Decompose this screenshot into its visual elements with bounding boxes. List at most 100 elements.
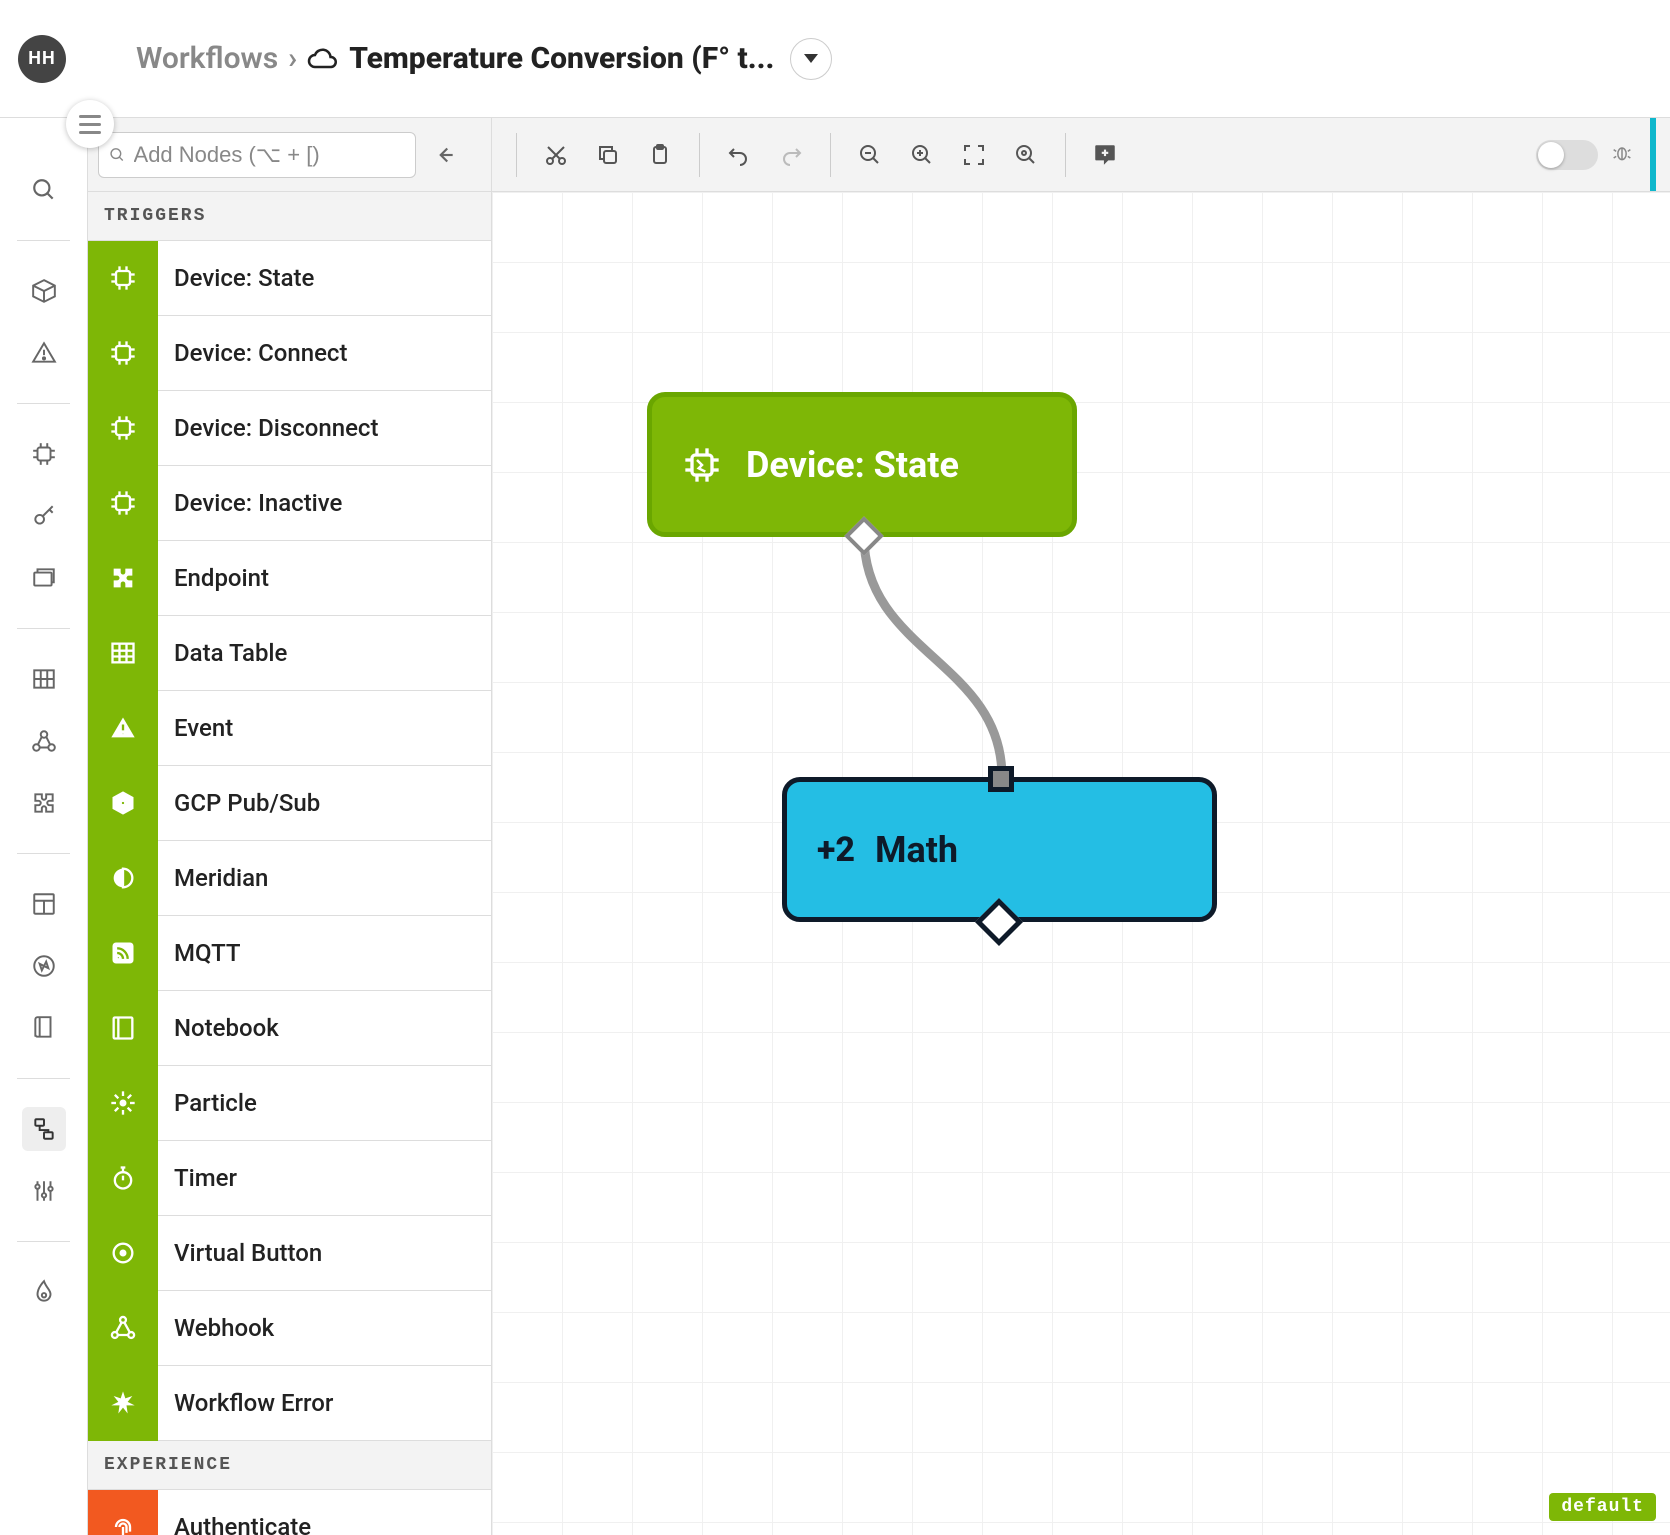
key-icon[interactable] — [22, 494, 66, 538]
node-item-label: Device: Disconnect — [158, 414, 378, 442]
chip-icon[interactable] — [22, 432, 66, 476]
left-nav-rail — [0, 118, 88, 1535]
node-item-label: GCP Pub/Sub — [158, 789, 320, 817]
fire-icon[interactable] — [22, 1270, 66, 1314]
trigger-node-item[interactable]: Virtual Button — [88, 1216, 491, 1291]
hex-icon — [88, 766, 158, 841]
user-avatar[interactable]: HH — [18, 35, 66, 83]
cloud-icon — [307, 47, 339, 71]
table-icon — [88, 616, 158, 691]
node-label: Math — [875, 829, 958, 871]
trigger-node-item[interactable]: Device: Inactive — [88, 466, 491, 541]
workflow-canvas[interactable]: Device: State +2 Math default — [492, 192, 1670, 1535]
chip-broken-icon — [682, 445, 722, 485]
trigger-node-item[interactable]: MQTT — [88, 916, 491, 991]
chip-icon — [88, 466, 158, 541]
rail-divider — [17, 628, 69, 629]
trigger-node-item[interactable]: Device: State — [88, 241, 491, 316]
search-nav-icon[interactable] — [22, 168, 66, 212]
bug-icon — [1612, 143, 1632, 167]
webhook-icon[interactable] — [22, 719, 66, 763]
math-plus-badge: +2 — [817, 830, 855, 870]
compass-icon[interactable] — [22, 944, 66, 988]
rail-divider — [17, 240, 69, 241]
node-item-label: Notebook — [158, 1014, 279, 1042]
palette-toolbar — [88, 118, 491, 192]
trigger-node-item[interactable]: Event — [88, 691, 491, 766]
undo-button[interactable] — [716, 132, 762, 178]
trigger-node-item[interactable]: Particle — [88, 1066, 491, 1141]
node-item-label: Device: State — [158, 264, 314, 292]
book-icon[interactable] — [22, 1006, 66, 1050]
hamburger-menu[interactable] — [66, 100, 114, 148]
puzzle-icon[interactable] — [22, 781, 66, 825]
cube-icon[interactable] — [22, 269, 66, 313]
target-icon — [88, 1216, 158, 1291]
trigger-node-item[interactable]: Notebook — [88, 991, 491, 1066]
sliders-icon[interactable] — [22, 1169, 66, 1213]
trigger-node-item[interactable]: Meridian — [88, 841, 491, 916]
node-device-state[interactable]: Device: State — [647, 392, 1077, 537]
canvas-area: Device: State +2 Math default — [492, 118, 1670, 1535]
trigger-node-item[interactable]: Device: Disconnect — [88, 391, 491, 466]
rail-divider — [17, 1078, 69, 1079]
trigger-node-item[interactable]: Webhook — [88, 1291, 491, 1366]
node-item-label: Authenticate — [158, 1513, 311, 1535]
circle-split-icon — [88, 841, 158, 916]
chip-icon — [88, 316, 158, 391]
trigger-node-item[interactable]: Device: Connect — [88, 316, 491, 391]
zoom-reset-button[interactable] — [1003, 132, 1049, 178]
trigger-node-item[interactable]: Workflow Error — [88, 1366, 491, 1441]
trigger-node-item[interactable]: Endpoint — [88, 541, 491, 616]
paste-button[interactable] — [637, 132, 683, 178]
cut-button[interactable] — [533, 132, 579, 178]
node-item-label: MQTT — [158, 939, 241, 967]
node-palette: TRIGGERS Device: State Device: Connect Dev… — [88, 118, 492, 1535]
copy-button[interactable] — [585, 132, 631, 178]
node-item-label: Virtual Button — [158, 1239, 322, 1267]
section-triggers: TRIGGERS — [88, 192, 491, 241]
palette-back-button[interactable] — [426, 137, 462, 173]
add-note-button[interactable] — [1082, 132, 1128, 178]
warning-icon[interactable] — [22, 331, 66, 375]
breadcrumb-root[interactable]: Workflows — [136, 41, 278, 76]
zoom-out-button[interactable] — [847, 132, 893, 178]
workflow-title[interactable]: Temperature Conversion (F° t... — [349, 41, 774, 76]
puzzle-icon — [88, 541, 158, 616]
debug-toggle[interactable] — [1536, 140, 1598, 170]
default-version-badge[interactable]: default — [1549, 1493, 1656, 1521]
dashboard-icon[interactable] — [22, 882, 66, 926]
burst-icon — [88, 1366, 158, 1441]
chip-icon — [88, 391, 158, 466]
workflow-dropdown[interactable] — [790, 38, 832, 80]
experience-node-item[interactable]: Authenticate — [88, 1490, 491, 1535]
triangle-icon — [88, 691, 158, 766]
trigger-node-item[interactable]: GCP Pub/Sub — [88, 766, 491, 841]
search-icon — [109, 146, 126, 164]
rail-divider — [17, 1241, 69, 1242]
node-item-label: Workflow Error — [158, 1389, 333, 1417]
table-icon[interactable] — [22, 657, 66, 701]
trigger-node-item[interactable]: Data Table — [88, 616, 491, 691]
node-item-label: Endpoint — [158, 564, 269, 592]
node-item-label: Particle — [158, 1089, 257, 1117]
spark-icon — [88, 1066, 158, 1141]
node-item-label: Webhook — [158, 1314, 274, 1342]
workflows-nav-icon[interactable] — [22, 1107, 66, 1151]
add-nodes-search[interactable] — [98, 132, 416, 178]
cards-icon[interactable] — [22, 556, 66, 600]
search-input[interactable] — [134, 142, 405, 168]
breadcrumb-separator: › — [288, 41, 297, 76]
stopwatch-icon — [88, 1141, 158, 1216]
chip-icon — [88, 241, 158, 316]
node-list[interactable]: TRIGGERS Device: State Device: Connect Dev… — [88, 192, 491, 1535]
input-connector[interactable] — [988, 766, 1014, 792]
trigger-node-item[interactable]: Timer — [88, 1141, 491, 1216]
webhook-icon — [88, 1291, 158, 1366]
app-header: HH Workflows › Temperature Conversion (F… — [0, 0, 1670, 118]
fingerprint-icon — [88, 1490, 158, 1535]
node-item-label: Data Table — [158, 639, 287, 667]
zoom-in-button[interactable] — [899, 132, 945, 178]
rail-divider — [17, 853, 69, 854]
fit-button[interactable] — [951, 132, 997, 178]
